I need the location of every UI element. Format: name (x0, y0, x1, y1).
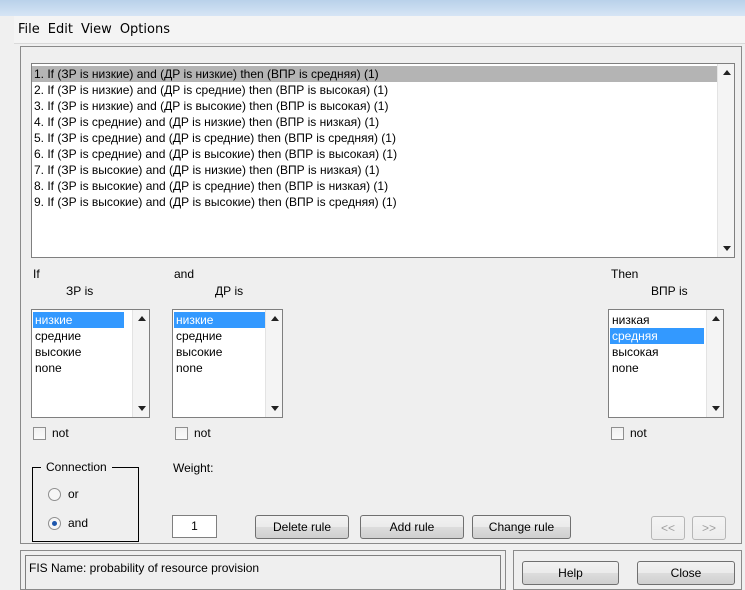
zr-variable-label: ЗР is (66, 284, 94, 298)
scroll-up-arrow-icon[interactable] (271, 316, 279, 321)
add-rule-button[interactable]: Add rule (360, 515, 464, 539)
scroll-down-arrow-icon[interactable] (712, 406, 720, 411)
vpr-listbox-scrollbar[interactable] (706, 310, 723, 417)
vpr-option-4[interactable]: none (610, 360, 639, 376)
vpr-option-1[interactable]: низкая (610, 312, 650, 328)
zr-not-label: not (52, 426, 69, 440)
menu-edit[interactable]: Edit (48, 22, 73, 37)
rule-item-8[interactable]: 8. If (ЗР is высокие) and (ДР is средние… (32, 178, 388, 194)
dr-variable-label: ДР is (215, 284, 244, 298)
rule-item-3[interactable]: 3. If (ЗР is низкие) and (ДР is высокие)… (32, 98, 388, 114)
menu-bar: File Edit View Options (14, 16, 745, 44)
scroll-up-arrow-icon[interactable] (712, 316, 720, 321)
help-button[interactable]: Help (522, 561, 619, 585)
zr-option-4[interactable]: none (33, 360, 62, 376)
dr-not-checkbox[interactable] (175, 427, 188, 440)
zr-membership-listbox[interactable]: низкие средние высокие none (31, 309, 150, 418)
status-panel: FIS Name: probability of resource provis… (20, 550, 506, 590)
connection-legend: Connection (41, 460, 112, 474)
scroll-up-arrow-icon[interactable] (138, 316, 146, 321)
connection-or-label: or (68, 487, 79, 501)
vpr-option-2[interactable]: средняя (610, 328, 704, 344)
dr-not-label: not (194, 426, 211, 440)
rule-item-5[interactable]: 5. If (ЗР is средние) and (ДР is средние… (32, 130, 396, 146)
rule-item-9[interactable]: 9. If (ЗР is высокие) and (ДР is высокие… (32, 194, 397, 210)
connection-group: Connection or and (32, 460, 139, 542)
zr-option-2[interactable]: средние (33, 328, 81, 344)
rule-item-2[interactable]: 2. If (ЗР is низкие) and (ДР is средние)… (32, 82, 388, 98)
change-rule-button[interactable]: Change rule (472, 515, 571, 539)
dr-option-4[interactable]: none (174, 360, 203, 376)
scroll-up-arrow-icon[interactable] (723, 70, 731, 75)
rule-item-1[interactable]: 1. If (ЗР is низкие) and (ДР is низкие) … (32, 66, 717, 82)
dr-option-3[interactable]: высокие (174, 344, 222, 360)
next-rule-button[interactable]: >> (692, 516, 726, 540)
vpr-variable-label: ВПР is (651, 284, 688, 298)
scroll-down-arrow-icon[interactable] (723, 246, 731, 251)
if-keyword: If (33, 267, 40, 281)
connection-and-label: and (68, 516, 89, 530)
window-titlebar-strip (0, 0, 745, 16)
close-button[interactable]: Close (637, 561, 735, 585)
vpr-not-checkbox[interactable] (611, 427, 624, 440)
rules-scrollbar[interactable] (717, 64, 734, 257)
scroll-down-arrow-icon[interactable] (271, 406, 279, 411)
previous-rule-button[interactable]: << (651, 516, 685, 540)
dr-option-2[interactable]: средние (174, 328, 222, 344)
then-keyword: Then (611, 267, 639, 281)
radio-selected-dot-icon (52, 521, 57, 526)
zr-option-1[interactable]: низкие (33, 312, 124, 328)
zr-not-checkbox[interactable] (33, 427, 46, 440)
fis-name-status: FIS Name: probability of resource provis… (25, 555, 501, 589)
weight-label: Weight: (173, 461, 214, 475)
help-close-panel: Help Close (513, 550, 742, 590)
delete-rule-button[interactable]: Delete rule (255, 515, 349, 539)
rules-listbox[interactable]: 1. If (ЗР is низкие) and (ДР is низкие) … (31, 63, 735, 258)
menu-file[interactable]: File (18, 22, 40, 37)
connection-or-radio[interactable] (48, 488, 61, 501)
menu-view[interactable]: View (81, 22, 112, 37)
vpr-not-label: not (630, 426, 647, 440)
scroll-down-arrow-icon[interactable] (138, 406, 146, 411)
vpr-option-3[interactable]: высокая (610, 344, 659, 360)
zr-option-3[interactable]: высокие (33, 344, 81, 360)
weight-input[interactable]: 1 (172, 515, 217, 538)
dr-membership-listbox[interactable]: низкие средние высокие none (172, 309, 283, 418)
dr-listbox-scrollbar[interactable] (265, 310, 282, 417)
vpr-membership-listbox[interactable]: низкая средняя высокая none (608, 309, 724, 418)
connection-and-radio[interactable] (48, 517, 61, 530)
rule-item-7[interactable]: 7. If (ЗР is высокие) and (ДР is низкие)… (32, 162, 379, 178)
rule-item-4[interactable]: 4. If (ЗР is средние) and (ДР is низкие)… (32, 114, 379, 130)
and-keyword: and (174, 267, 195, 281)
zr-listbox-scrollbar[interactable] (132, 310, 149, 417)
dr-option-1[interactable]: низкие (174, 312, 265, 328)
rule-item-6[interactable]: 6. If (ЗР is средние) and (ДР is высокие… (32, 146, 397, 162)
menu-options[interactable]: Options (120, 22, 170, 37)
